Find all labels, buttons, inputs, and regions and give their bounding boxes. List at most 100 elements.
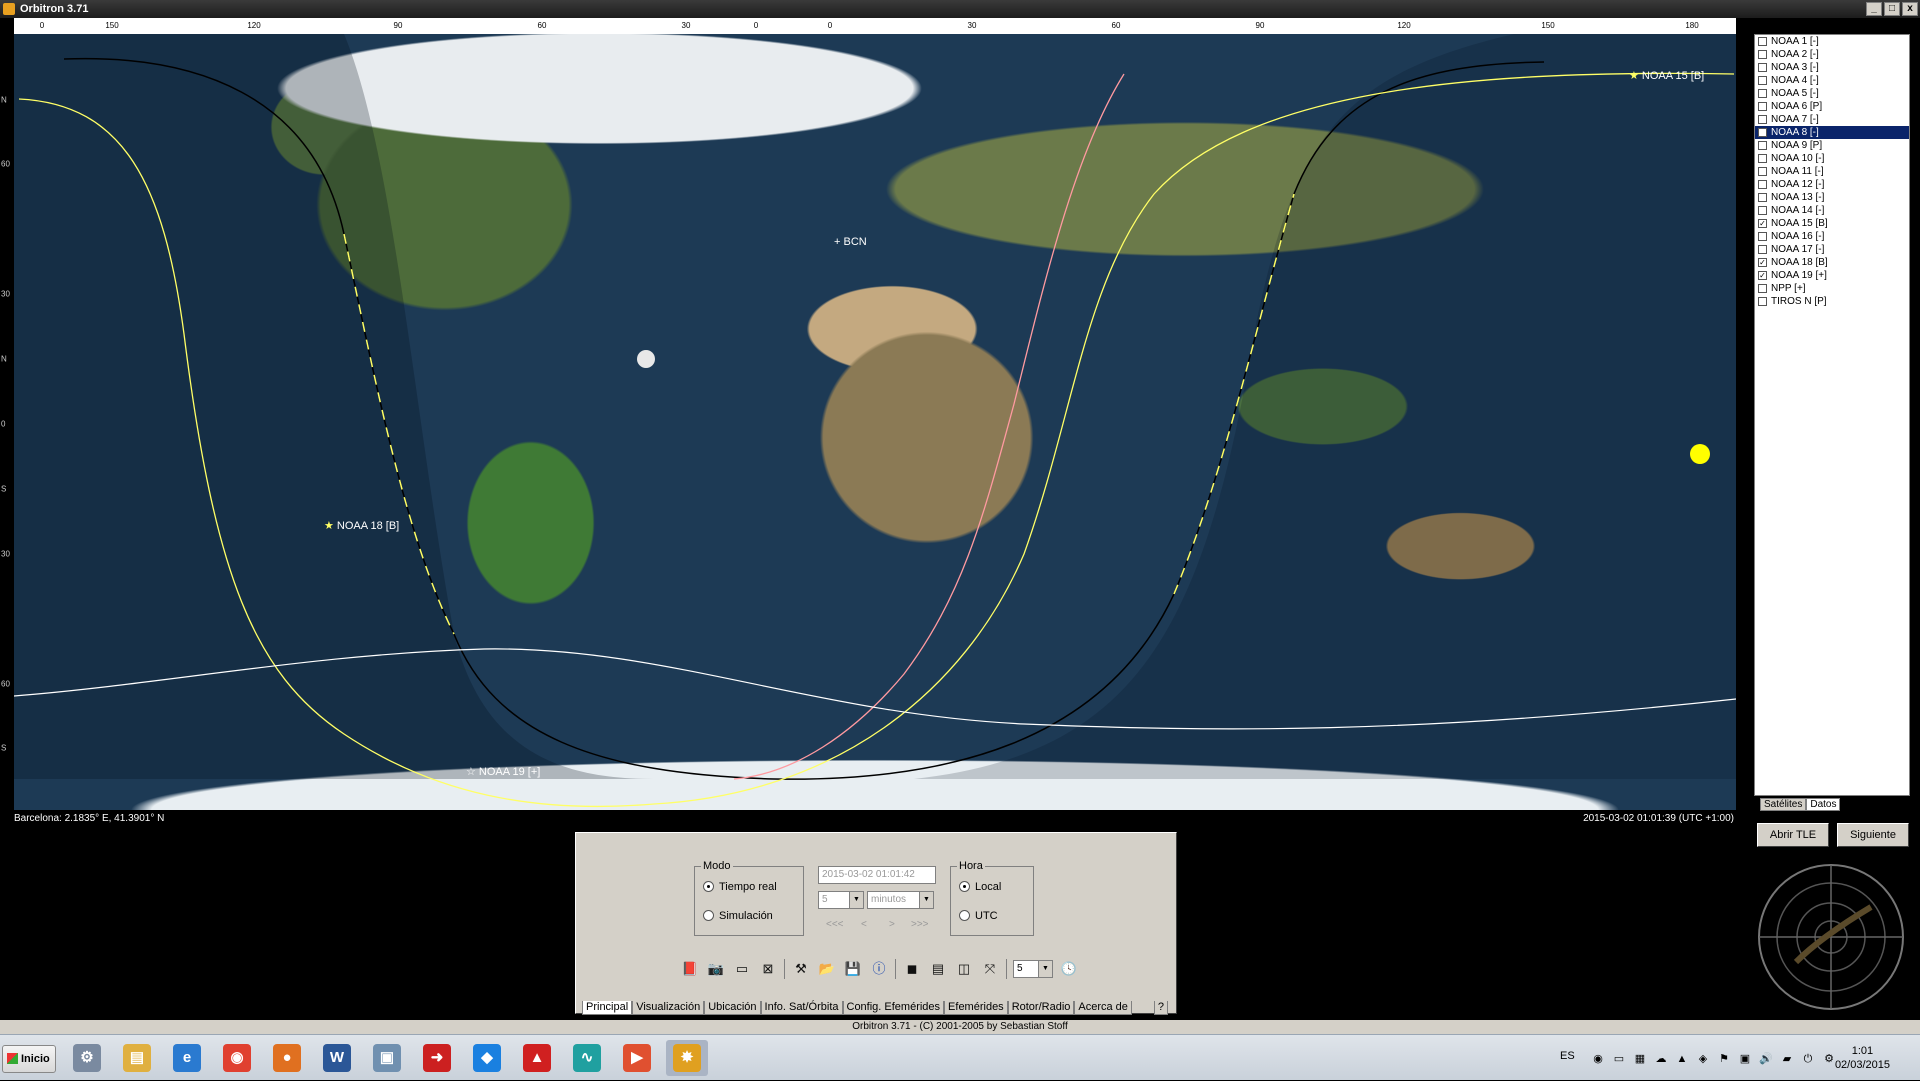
tab-ubicacion[interactable]: Ubicación [704,1001,761,1015]
step-select[interactable]: 5 ▼ [818,891,864,909]
checkbox-checked[interactable]: ✓ [1758,219,1767,228]
taskbar-app[interactable]: e [166,1040,208,1076]
taskbar-app[interactable]: ⚙ [66,1040,108,1076]
window-icon[interactable]: ◼ [902,959,922,979]
checkbox[interactable] [1758,128,1767,137]
checkbox[interactable] [1758,167,1767,176]
display-tray-icon[interactable]: ▣ [1737,1052,1753,1066]
start-button[interactable]: Inicio [2,1045,56,1073]
sat-label-noaa19[interactable]: ☆ NOAA 19 [+] [466,765,540,778]
checkbox[interactable] [1758,115,1767,124]
taskbar-app[interactable]: W [316,1040,358,1076]
checkbox[interactable] [1758,297,1767,306]
satellite-item[interactable]: NOAA 3 [-] [1755,61,1909,74]
forward-button[interactable]: > [889,919,895,930]
save-icon[interactable]: 💾 [843,959,863,979]
satellite-item[interactable]: NOAA 16 [-] [1755,230,1909,243]
satellite-item[interactable]: NOAA 1 [-] [1755,35,1909,48]
flag-tray-icon[interactable]: ⚑ [1716,1052,1732,1066]
taskbar-app[interactable]: ◉ [216,1040,258,1076]
checkbox[interactable] [1758,193,1767,202]
layout-icon[interactable]: ▤ [928,959,948,979]
tab-satellites[interactable]: Satélites [1760,798,1807,811]
satellite-item[interactable]: NOAA 4 [-] [1755,74,1909,87]
tab-visualizacion[interactable]: Visualización [632,1001,705,1015]
tab-config-efemerides[interactable]: Config. Efemérides [842,1001,945,1015]
minimize-window-icon[interactable]: ▭ [732,959,752,979]
battery-icon[interactable]: ▰ [1779,1052,1795,1066]
satellite-item[interactable]: NOAA 17 [-] [1755,243,1909,256]
volume-icon[interactable]: 🔊 [1758,1052,1774,1066]
checkbox-checked[interactable]: ✓ [1758,271,1767,280]
tab-help[interactable]: ? [1153,1001,1169,1015]
satellite-item[interactable]: ✓ NOAA 18 [B] [1755,256,1909,269]
checkbox[interactable] [1758,89,1767,98]
checkbox[interactable] [1758,232,1767,241]
checkbox[interactable] [1758,63,1767,72]
satellite-item[interactable]: ✓ NOAA 19 [+] [1755,269,1909,282]
chrome-tray-icon[interactable]: ◉ [1590,1052,1606,1066]
satellite-item[interactable]: NOAA 11 [-] [1755,165,1909,178]
tab-efemerides[interactable]: Efemérides [944,1001,1008,1015]
simulation-radio[interactable]: Simulación [703,910,773,922]
taskbar-app[interactable]: ▣ [366,1040,408,1076]
checkbox-checked[interactable]: ✓ [1758,258,1767,267]
checkbox[interactable] [1758,245,1767,254]
cloud-tray-icon[interactable]: ☁ [1653,1052,1669,1066]
satellite-item[interactable]: NOAA 14 [-] [1755,204,1909,217]
book-icon[interactable]: 📕 [680,959,700,979]
taskbar-app[interactable]: ▤ [116,1040,158,1076]
tab-data[interactable]: Datos [1806,798,1841,811]
utc-radio[interactable]: UTC [959,910,998,922]
realtime-radio[interactable]: Tiempo real [703,881,777,893]
clock-icon[interactable]: 🕓 [1059,959,1079,979]
checkbox[interactable] [1758,102,1767,111]
checkbox[interactable] [1758,141,1767,150]
checkbox[interactable] [1758,206,1767,215]
satellite-item[interactable]: NOAA 5 [-] [1755,87,1909,100]
close-window-icon[interactable]: ⊠ [758,959,778,979]
satellite-item[interactable]: NOAA 9 [P] [1755,139,1909,152]
checkbox[interactable] [1758,154,1767,163]
checkbox[interactable] [1758,180,1767,189]
language-indicator[interactable]: ES [1560,1050,1575,1062]
taskbar-app[interactable]: ▶ [616,1040,658,1076]
grid-icon[interactable]: ◫ [954,959,974,979]
taskbar-app[interactable]: ● [266,1040,308,1076]
open-tle-button[interactable]: Abrir TLE [1757,823,1829,847]
close-button[interactable]: x [1902,2,1918,16]
satellite-item[interactable]: NOAA 12 [-] [1755,178,1909,191]
forward-fast-button[interactable]: >>> [911,919,929,930]
checkbox[interactable] [1758,76,1767,85]
satellite-list[interactable]: NOAA 1 [-] NOAA 2 [-] NOAA 3 [-] NOAA 4 … [1754,34,1910,796]
folder-open-icon[interactable]: 📂 [817,959,837,979]
monitor-tray-icon[interactable]: ▭ [1611,1052,1627,1066]
satellite-item[interactable]: NOAA 13 [-] [1755,191,1909,204]
taskbar-app[interactable]: ◆ [466,1040,508,1076]
checkbox[interactable] [1758,50,1767,59]
taskbar-app[interactable]: ∿ [566,1040,608,1076]
camera-icon[interactable]: 📷 [706,959,726,979]
rewind-fast-button[interactable]: <<< [826,919,844,930]
checkbox[interactable] [1758,37,1767,46]
satellite-item[interactable]: TIROS N [P] [1755,295,1909,308]
taskbar-app[interactable]: ▲ [516,1040,558,1076]
satellite-item[interactable]: NOAA 2 [-] [1755,48,1909,61]
clock[interactable]: 1:01 02/03/2015 [1835,1044,1890,1072]
info-icon[interactable]: ⓘ [869,959,889,979]
minimize-button[interactable]: _ [1866,2,1882,16]
satellite-item[interactable]: NOAA 10 [-] [1755,152,1909,165]
satellite-item[interactable]: NPP [+] [1755,282,1909,295]
unit-select[interactable]: minutos ▼ [867,891,934,909]
datetime-field[interactable]: 2015-03-02 01:01:42 [818,866,936,884]
world-map[interactable]: + BCN ★ NOAA 15 [B] ★ NOAA 18 [B] ☆ NOAA 19… [14,34,1736,810]
fullscreen-icon[interactable]: ⤧ [980,959,1000,979]
local-radio[interactable]: Local [959,881,1001,893]
satellite-item[interactable]: NOAA 7 [-] [1755,113,1909,126]
tab-acerca-de[interactable]: Acerca de [1074,1001,1132,1015]
sat-label-noaa15[interactable]: ★ NOAA 15 [B] [1629,69,1704,82]
satellite-item[interactable]: NOAA 6 [P] [1755,100,1909,113]
tools-icon[interactable]: ⚒ [791,959,811,979]
satellite-item[interactable]: ✓ NOAA 15 [B] [1755,217,1909,230]
sat-label-noaa18[interactable]: ★ NOAA 18 [B] [324,519,399,532]
